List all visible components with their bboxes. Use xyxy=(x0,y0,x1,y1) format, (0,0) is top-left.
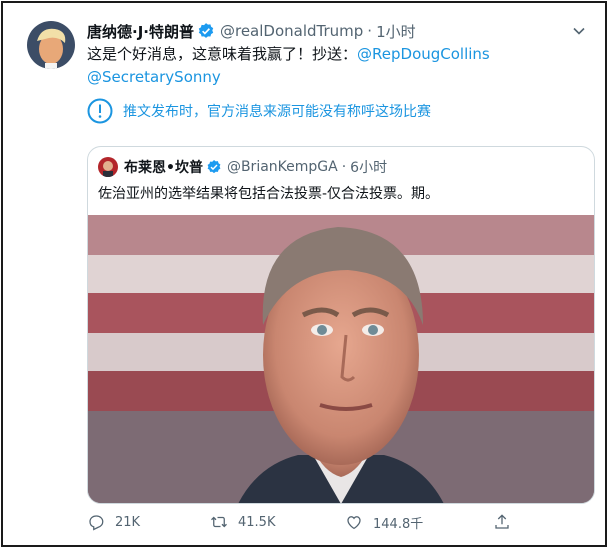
like-count: 144.8千 xyxy=(373,516,424,532)
quoted-author-handle[interactable]: @BrianKempGA xyxy=(227,159,338,175)
chevron-down-icon[interactable] xyxy=(571,23,587,39)
quoted-tweet[interactable]: 布莱恩•坎普 @BrianKempGA · 6小时 佐治亚州的选举结果将包括合法… xyxy=(87,146,595,504)
share-icon xyxy=(495,514,509,529)
tweet-time[interactable]: 1小时 xyxy=(376,21,416,42)
author-handle[interactable]: @realDonaldTrump xyxy=(220,22,363,40)
reply-button[interactable]: 21K xyxy=(87,511,140,533)
share-button[interactable] xyxy=(493,511,521,533)
election-notice[interactable]: 推文发布时，官方消息来源可能没有称呼这场比赛 xyxy=(87,97,431,125)
quoted-avatar[interactable] xyxy=(98,157,118,177)
quoted-header: 布莱恩•坎普 @BrianKempGA · 6小时 xyxy=(98,157,387,177)
verified-badge-icon xyxy=(206,159,222,175)
quoted-author-name[interactable]: 布莱恩•坎普 xyxy=(124,157,203,177)
retweet-icon xyxy=(211,516,227,528)
mention-link[interactable]: @RepDougCollins xyxy=(357,45,490,63)
separator-dot: · xyxy=(341,159,347,175)
retweet-button[interactable]: 41.5K xyxy=(210,511,275,533)
author-avatar[interactable] xyxy=(27,21,75,69)
verified-badge-icon xyxy=(197,22,215,40)
separator-dot: · xyxy=(367,22,373,40)
tweet-actions: 21K 41.5K 144.8千 xyxy=(87,511,527,533)
tweet-header: 唐纳德·J·特朗普 @realDonaldTrump · 1小时 xyxy=(87,20,416,42)
quoted-text: 佐治亚州的选举结果将包括合法投票-仅合法投票。期。 xyxy=(98,186,440,202)
author-name[interactable]: 唐纳德·J·特朗普 xyxy=(87,21,194,42)
like-button[interactable]: 144.8千 xyxy=(345,511,423,533)
notice-text: 推文发布时，官方消息来源可能没有称呼这场比赛 xyxy=(123,104,431,120)
quoted-photo[interactable] xyxy=(88,215,594,503)
mention-link[interactable]: @SecretarySonny xyxy=(87,68,221,86)
quoted-time[interactable]: 6小时 xyxy=(350,157,387,177)
reply-count: 21K xyxy=(115,514,141,530)
tweet-body: 这是个好消息，这意味着我赢了！抄送： xyxy=(87,45,358,63)
like-icon xyxy=(347,516,361,530)
info-icon xyxy=(87,98,113,124)
tweet-card: 唐纳德·J·特朗普 @realDonaldTrump · 1小时 这是个好消息，… xyxy=(1,1,607,547)
retweet-count: 41.5K xyxy=(238,514,276,530)
reply-icon xyxy=(89,515,104,531)
tweet-text: 这是个好消息，这意味着我赢了！抄送：@RepDougCollins @Secre… xyxy=(87,43,587,89)
